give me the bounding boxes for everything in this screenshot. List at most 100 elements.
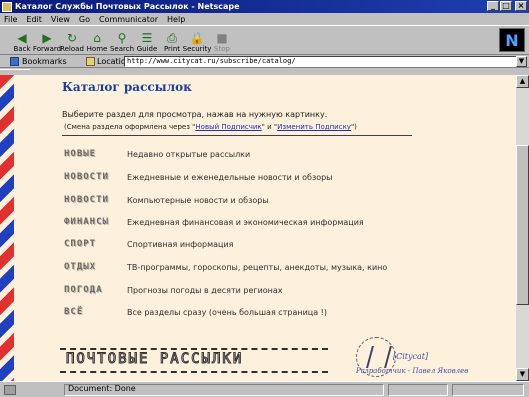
intro-text: Выберите раздел для просмотра, нажав на … [62,110,328,119]
minimize-button[interactable]: _ [487,1,499,11]
scroll-down-button[interactable]: ▼ [516,368,529,381]
section-button-finance[interactable]: ФИНАНСЫ [64,217,127,227]
stop-icon: ■ [216,31,228,45]
window-controls: _ □ × [487,1,527,11]
change-subscription-link[interactable]: Изменить Подписку [277,123,351,131]
menu-bar: File Edit View Go Communicator Help [0,13,529,25]
hint-mid: " и " [261,123,278,131]
footer-banner: ПОЧТОВЫЕ РАССЫЛКИ [60,346,328,376]
hint-suffix: ") [350,123,357,131]
guide-icon: ☰ [141,31,153,45]
home-button[interactable]: ⌂ Home [85,26,109,54]
section-row-computer-news: НОВОСТИ Компьютерные новости и обзоры [64,191,514,209]
section-row-news: НОВОСТИ Ежедневные и еженедельные новост… [64,168,514,186]
search-icon: ⚲ [117,31,127,45]
home-icon: ⌂ [93,31,101,45]
forward-button[interactable]: ▶ Forward [32,26,62,54]
divider [62,135,412,136]
page-content: Каталог рассылок Выберите раздел для про… [0,75,516,381]
bookmarks-icon [10,56,19,66]
netscape-app-icon [2,1,12,12]
menu-file[interactable]: File [4,15,17,24]
reload-label: Reload [60,45,84,53]
scroll-thumb[interactable] [516,145,529,305]
section-button-news[interactable]: НОВОСТИ [64,172,127,182]
print-label: Print [163,45,181,53]
developer-signature[interactable]: Разработчик - Павел Яковлев [356,367,468,375]
section-button-leisure[interactable]: ОТДЫХ [64,262,127,272]
title-bar: Каталог Службы Почтовых Рассылок - Netsc… [0,0,529,13]
section-row-finance: ФИНАНСЫ Ежедневная финансовая и экономич… [64,213,514,231]
forward-label: Forward [32,45,62,53]
section-row-weather: ПОГОДА Прогнозы погоды в десяти регионах [64,281,514,299]
window-title: Каталог Службы Почтовых Рассылок - Netsc… [15,2,240,11]
stop-label: Stop [214,45,230,53]
section-button-all[interactable]: ВСЁ [64,307,127,317]
reload-icon: ↻ [66,31,78,45]
banner-dash-top [60,348,328,350]
section-desc: Компьютерные новости и обзоры [127,195,269,205]
component-bar [452,384,524,396]
navigation-toolbar: ◀ Back ▶ Forward ↻ Reload ⌂ Home ⚲ Searc… [0,25,529,55]
section-desc: Ежедневная финансовая и экономическая ин… [127,217,364,227]
back-button[interactable]: ◀ Back [10,26,34,54]
page-proxy-icon[interactable] [86,56,95,66]
page-title: Каталог рассылок [62,80,192,94]
guide-button[interactable]: ☰ Guide [135,26,159,54]
vertical-scrollbar[interactable]: ▲ ▼ [516,75,529,381]
guide-label: Guide [136,45,158,53]
security-label: Security [182,45,212,53]
security-button[interactable]: 🔒 Security [182,26,212,54]
section-desc: Недавно открытые рассылки [127,149,251,159]
citycat-link[interactable]: [Citycat] [393,352,428,361]
section-button-computer-news[interactable]: НОВОСТИ [64,195,127,205]
section-desc: Прогнозы погоды в десяти регионах [127,285,283,295]
security-key-icon[interactable] [4,384,16,395]
section-button-new[interactable]: НОВЫЕ [64,149,127,159]
lock-icon: 🔒 [189,31,205,45]
close-button[interactable]: × [515,1,527,11]
banner-dash-bottom [60,371,328,373]
url-dropdown-button[interactable]: ▼ [516,56,527,67]
menu-go[interactable]: Go [79,15,90,24]
section-row-all: ВСЁ Все разделы сразу (очень большая стр… [64,303,514,321]
forward-arrow-icon: ▶ [42,31,52,45]
bookmarks-button[interactable]: Bookmarks [10,56,86,66]
menu-help[interactable]: Help [167,15,185,24]
home-label: Home [86,45,108,53]
stop-button[interactable]: ■ Stop [210,26,234,54]
progress-pane [388,384,448,396]
section-button-weather[interactable]: ПОГОДА [64,285,127,295]
reload-button[interactable]: ↻ Reload [60,26,84,54]
url-field[interactable]: http://www.citycat.ru/subscribe/catalog/ [124,56,517,67]
location-toolbar: Bookmarks Location: http://www.citycat.r… [0,55,529,68]
section-desc: ТВ-программы, гороскопы, рецепты, анекдо… [127,262,388,272]
hint-prefix: (Смена раздела оформлена через " [64,123,196,131]
menu-view[interactable]: View [51,15,70,24]
section-row-leisure: ОТДЫХ ТВ-программы, гороскопы, рецепты, … [64,258,514,276]
print-button[interactable]: ⎙ Print [160,26,184,54]
status-text: Document: Done [68,384,136,393]
airmail-border [0,75,14,381]
scroll-up-button[interactable]: ▲ [516,75,529,88]
section-row-new: НОВЫЕ Недавно открытые рассылки [64,145,514,163]
status-bar: Document: Done [0,381,529,397]
section-button-sport[interactable]: СПОРТ [64,239,127,249]
section-desc: Спортивная информация [127,239,234,249]
menu-edit[interactable]: Edit [26,15,42,24]
section-desc: Ежедневные и еженедельные новости и обзо… [127,172,333,182]
banner-text: ПОЧТОВЫЕ РАССЫЛКИ [65,351,244,368]
new-subscriber-link[interactable]: Новый Подписчик [195,123,261,131]
back-arrow-icon: ◀ [17,31,27,45]
print-icon: ⎙ [167,31,177,45]
search-label: Search [109,45,135,53]
search-button[interactable]: ⚲ Search [110,26,134,54]
bookmarks-label: Bookmarks [22,56,67,66]
back-label: Back [13,45,31,53]
section-row-sport: СПОРТ Спортивная информация [64,235,514,253]
menu-communicator[interactable]: Communicator [99,15,158,24]
netscape-logo[interactable]: N [499,28,525,52]
section-desc: Все разделы сразу (очень большая страниц… [127,307,327,317]
hint-text: (Смена раздела оформлена через "Новый По… [64,123,357,131]
maximize-button[interactable]: □ [500,1,512,11]
